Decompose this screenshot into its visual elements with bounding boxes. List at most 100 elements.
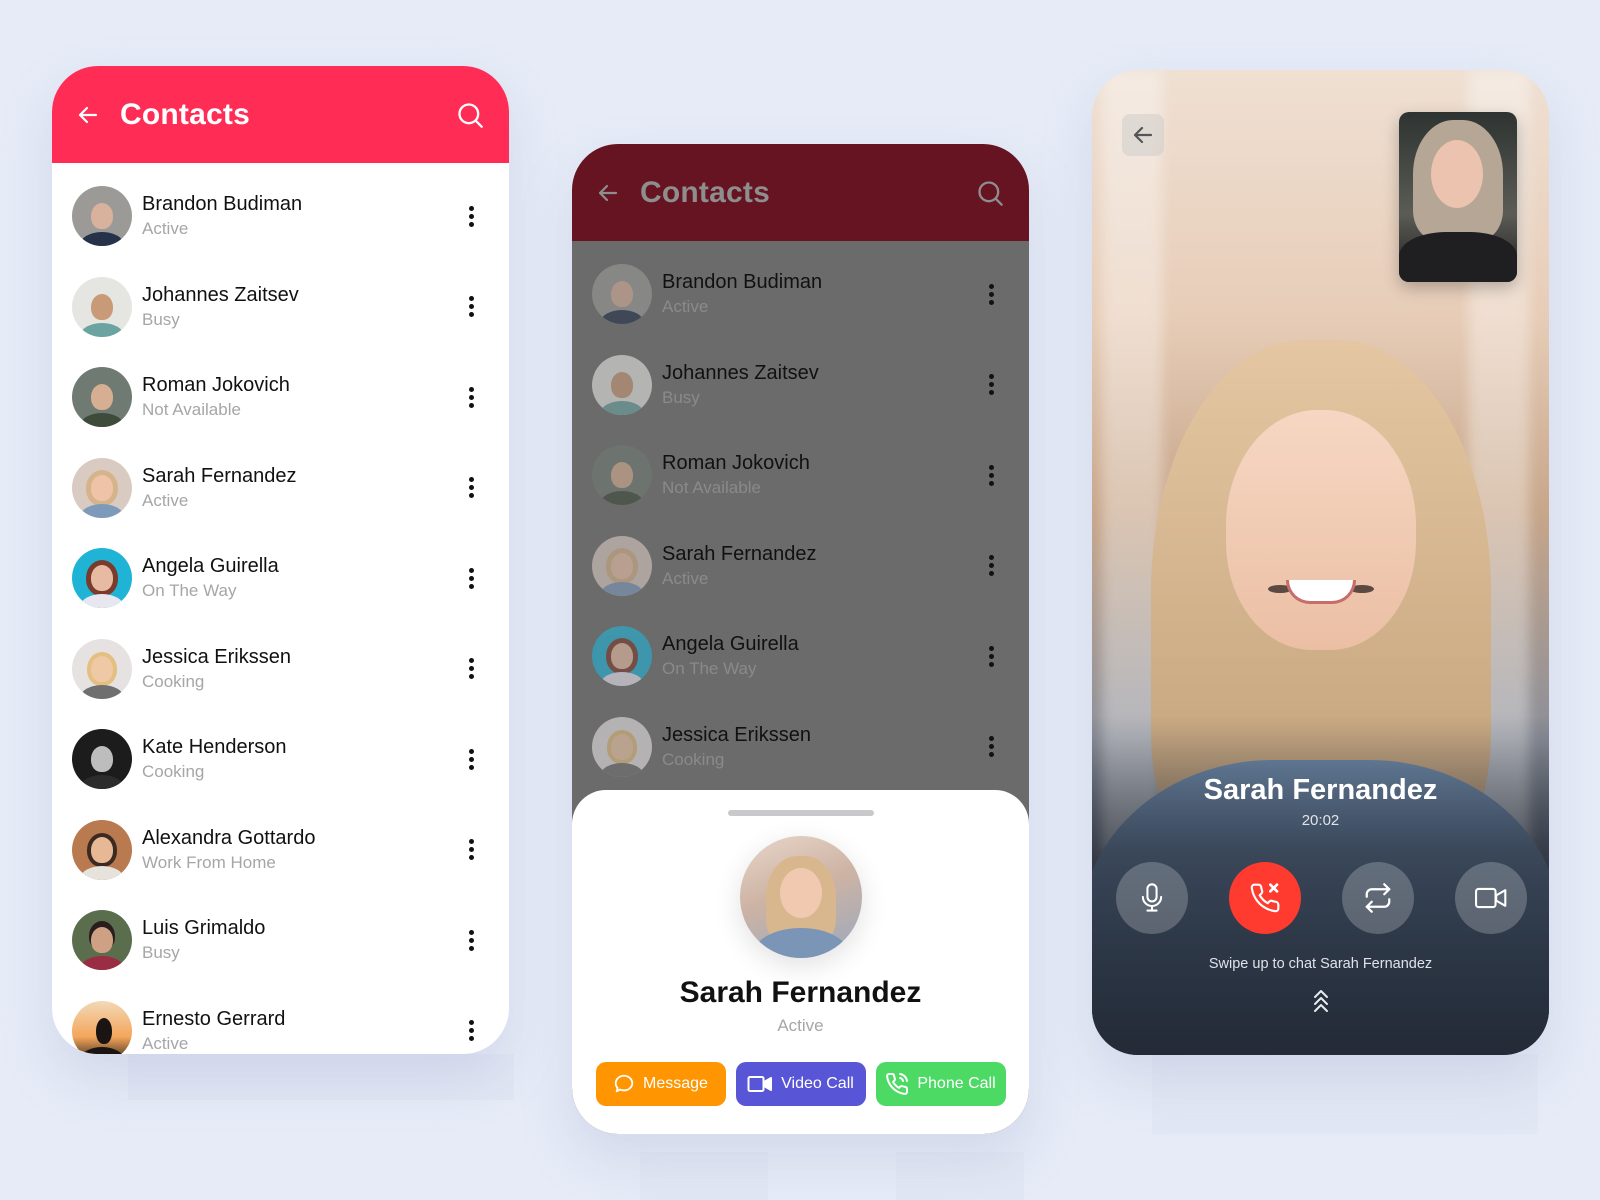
avatar — [592, 535, 652, 596]
more-options-button[interactable] — [459, 563, 483, 593]
video-call-button[interactable]: Video Call — [735, 1062, 866, 1106]
contact-row[interactable]: Johannes Zaitsev Busy — [52, 262, 509, 353]
contact-name: Angela Guirella — [662, 633, 799, 656]
more-options-button[interactable] — [459, 382, 483, 412]
chevrons-up-icon[interactable] — [1312, 988, 1330, 1019]
contact-status: Not Available — [662, 478, 761, 498]
search-button[interactable] — [975, 178, 1005, 208]
avatar — [72, 367, 132, 428]
switch-camera-button[interactable] — [1342, 862, 1414, 934]
contact-row[interactable]: Kate Henderson Cooking — [52, 714, 509, 805]
more-options-button[interactable] — [459, 835, 483, 865]
contact-name: Roman Jokovich — [662, 452, 810, 475]
contact-name: Johannes Zaitsev — [662, 361, 819, 384]
more-options-button — [979, 551, 1003, 581]
more-options-button[interactable] — [459, 654, 483, 684]
contact-name: Jessica Erikssen — [662, 723, 811, 746]
microphone-button[interactable] — [1116, 862, 1188, 934]
contact-status: Active — [662, 568, 709, 588]
contact-status: Busy — [142, 943, 180, 963]
call-controls — [1116, 862, 1527, 934]
more-vertical-icon — [468, 748, 474, 754]
phone-call-button[interactable]: Phone Call — [875, 1062, 1006, 1106]
contact-status: Cooking — [142, 671, 205, 691]
contact-name: Brandon Budiman — [662, 271, 823, 294]
avatar — [72, 548, 132, 609]
avatar — [72, 819, 132, 880]
contact-name: Johannes Zaitsev — [142, 283, 299, 306]
back-button[interactable] — [594, 179, 622, 207]
contact-status: Active — [142, 1033, 189, 1053]
contact-row: Angela Guirella On The Way — [572, 611, 1029, 702]
more-options-button — [979, 370, 1003, 400]
page-title: Contacts — [640, 175, 770, 209]
contact-name: Sarah Fernandez — [679, 976, 922, 1009]
more-vertical-icon — [468, 386, 474, 392]
avatar — [592, 716, 652, 777]
contact-row: Sarah Fernandez Active — [572, 521, 1029, 612]
back-button[interactable] — [1122, 114, 1164, 156]
more-vertical-icon — [468, 658, 474, 664]
contact-list: Brandon Budiman Active Johannes Zaitsev Bu… — [572, 241, 1029, 792]
contact-row[interactable]: Brandon Budiman Active — [52, 171, 509, 262]
contact-row[interactable]: Ernesto Gerrard Active — [52, 986, 509, 1054]
contact-list: Brandon Budiman Active Johannes Zaitsev Bu… — [52, 163, 509, 1054]
video-call-button-label: Video Call — [781, 1075, 854, 1092]
more-options-button[interactable] — [459, 1016, 483, 1046]
contact-status: Busy — [142, 309, 180, 329]
more-options-button[interactable] — [459, 925, 483, 955]
video-call-screen: Sarah Fernandez 20:02 Swipe up to chat S… — [1092, 70, 1549, 1055]
self-video-preview[interactable] — [1399, 112, 1517, 282]
contact-status: On The Way — [662, 659, 757, 679]
contact-row[interactable]: Sarah Fernandez Active — [52, 443, 509, 534]
contact-name: Luis Grimaldo — [142, 917, 266, 940]
search-icon — [978, 180, 1003, 206]
search-button[interactable] — [455, 100, 485, 130]
arrow-left-icon — [78, 106, 98, 123]
avatar — [72, 276, 132, 337]
back-button[interactable] — [74, 101, 102, 129]
more-options-button — [979, 279, 1003, 309]
contact-status: Cooking — [662, 749, 725, 769]
contact-row[interactable]: Alexandra Gottardo Work From Home — [52, 805, 509, 896]
contact-bottom-sheet: Sarah Fernandez Active Message Video Cal… — [572, 790, 1029, 1134]
avatar — [592, 264, 652, 325]
avatar — [72, 638, 132, 699]
more-options-button[interactable] — [459, 473, 483, 503]
more-vertical-icon — [988, 555, 994, 561]
decorative-shadow — [1152, 1054, 1538, 1134]
more-vertical-icon — [468, 929, 474, 935]
more-options-button[interactable] — [459, 744, 483, 774]
more-vertical-icon — [468, 205, 474, 211]
video-toggle-button[interactable] — [1455, 862, 1527, 934]
more-vertical-icon — [468, 1020, 474, 1026]
message-button-label: Message — [643, 1075, 708, 1092]
more-options-button — [979, 732, 1003, 762]
contact-row[interactable]: Roman Jokovich Not Available — [52, 352, 509, 443]
avatar — [72, 457, 132, 518]
drag-handle[interactable] — [727, 810, 874, 816]
contact-row[interactable]: Luis Grimaldo Busy — [52, 895, 509, 986]
chat-bubble-icon — [614, 1074, 634, 1093]
contact-row[interactable]: Jessica Erikssen Cooking — [52, 624, 509, 715]
contact-name: Ernesto Gerrard — [142, 1007, 286, 1030]
more-options-button[interactable] — [459, 292, 483, 322]
more-vertical-icon — [988, 464, 994, 470]
contact-name: Sarah Fernandez — [142, 464, 297, 487]
decorative-shadow — [128, 1054, 514, 1100]
more-vertical-icon — [988, 374, 994, 380]
avatar — [72, 910, 132, 971]
more-options-button[interactable] — [459, 201, 483, 231]
decorative-shadow — [640, 1152, 768, 1200]
contact-status: Active — [142, 219, 189, 239]
contact-status: Busy — [662, 387, 700, 407]
contacts-screen: Contacts Brandon Budiman Active Johannes … — [52, 66, 509, 1054]
contact-name: Kate Henderson — [142, 736, 287, 759]
app-header-dimmed: Contacts — [572, 144, 1029, 241]
avatar — [592, 354, 652, 415]
message-button[interactable]: Message — [595, 1062, 726, 1106]
caller-name: Sarah Fernandez — [1203, 774, 1438, 806]
contact-row[interactable]: Angela Guirella On The Way — [52, 533, 509, 624]
end-call-button[interactable] — [1229, 862, 1301, 934]
action-buttons: Message Video Call Phone Call — [595, 1062, 1006, 1106]
